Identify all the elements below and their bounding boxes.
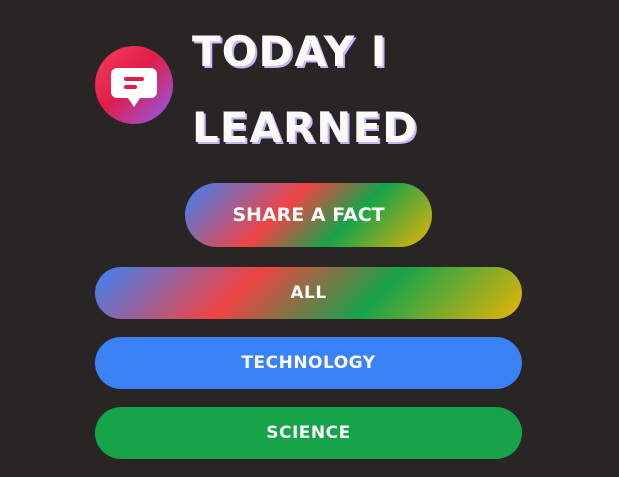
share-a-fact-button[interactable]: SHARE A FACT [185,183,432,247]
page-title: TODAY I LEARNED [192,14,418,166]
title-line-2: LEARNED [192,103,419,152]
category-item-technology: TECHNOLOGY [95,337,522,389]
category-item-all: ALL [95,267,522,319]
category-button-science[interactable]: SCIENCE [95,407,522,459]
title-line-1: TODAY I [192,27,388,76]
category-list: ALL TECHNOLOGY SCIENCE [95,267,522,477]
category-button-technology[interactable]: TECHNOLOGY [95,337,522,389]
speech-bubble-icon [111,68,157,107]
app-logo [95,46,173,124]
category-item-science: SCIENCE [95,407,522,459]
category-button-all[interactable]: ALL [95,267,522,319]
